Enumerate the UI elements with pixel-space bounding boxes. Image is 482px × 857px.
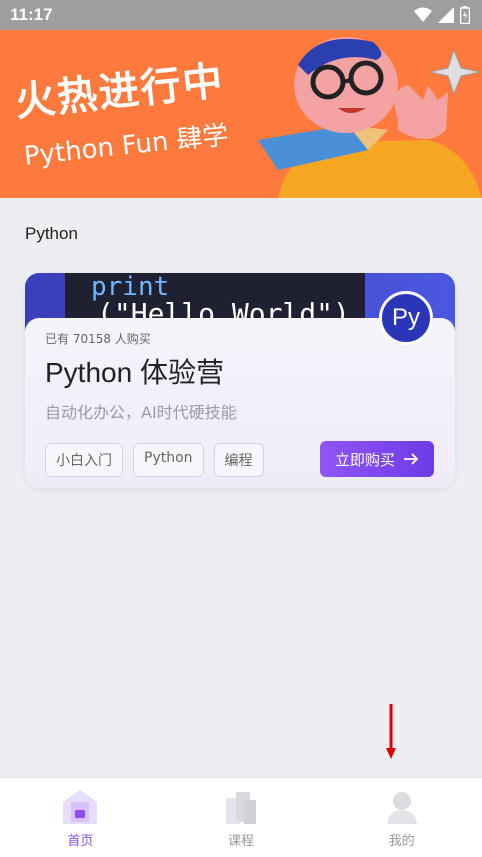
status-time: 11:17 — [10, 5, 53, 24]
nav-courses[interactable]: 课程 — [181, 778, 301, 857]
nav-profile[interactable]: 我的 — [342, 778, 462, 857]
course-tags: 小白入门 Python 编程 — [45, 443, 264, 477]
promo-banner[interactable]: 火热进行中 Python Fun 肆学 — [0, 30, 482, 198]
status-icons — [414, 6, 470, 24]
buy-now-label: 立即购买 — [334, 450, 395, 469]
tag-programming: 编程 — [213, 443, 264, 477]
section-title: Python — [25, 224, 78, 243]
buyer-count: 已有 70158 人购买 — [45, 332, 151, 346]
profile-icon — [386, 792, 417, 824]
course-card[interactable]: print ("Hello World") Py 已有 70158 人购买 Py… — [25, 273, 455, 488]
mascot-illustration — [258, 37, 482, 198]
python-logo-text: Py — [391, 304, 420, 331]
bottom-nav: 首页 课程 我的 — [0, 777, 482, 857]
battery-icon — [460, 6, 470, 24]
nav-courses-label: 课程 — [227, 834, 254, 849]
tag-beginner: 小白入门 — [45, 443, 123, 477]
python-logo: Py — [379, 291, 433, 345]
signal-icon — [438, 7, 454, 23]
nav-profile-label: 我的 — [388, 834, 415, 849]
courses-icon — [225, 792, 256, 824]
tag-python: Python — [133, 443, 204, 477]
status-bar: 11:17 — [0, 0, 482, 30]
arrow-right-icon — [404, 453, 419, 465]
wifi-icon — [414, 7, 432, 22]
home-icon — [63, 790, 98, 824]
course-title: Python 体验营 — [45, 357, 224, 388]
nav-home[interactable]: 首页 — [20, 778, 140, 857]
buy-now-button[interactable]: 立即购买 — [320, 441, 434, 477]
course-description: 自动化办公，AI时代硬技能 — [45, 403, 237, 422]
annotation-arrow-icon — [386, 704, 396, 759]
banner-title: 火热进行中 — [13, 57, 227, 126]
nav-home-label: 首页 — [67, 834, 94, 849]
